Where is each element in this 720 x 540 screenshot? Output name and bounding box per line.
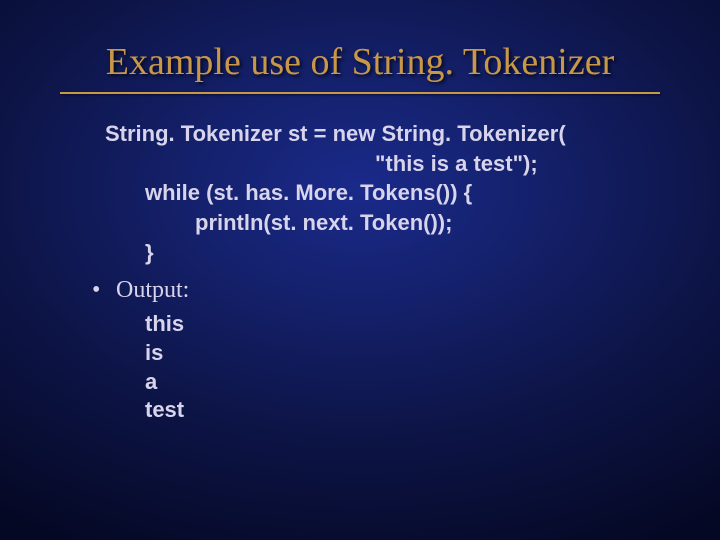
output-block: this is a test bbox=[145, 310, 670, 424]
code-line-5: } bbox=[105, 238, 670, 268]
title-underline bbox=[60, 92, 660, 94]
output-line-1: this bbox=[145, 310, 670, 339]
bullet-dot-icon: • bbox=[92, 277, 110, 304]
code-line-1: String. Tokenizer st = new String. Token… bbox=[105, 119, 670, 149]
output-bullet: • Output: bbox=[92, 277, 670, 304]
code-line-2: "this is a test"); bbox=[105, 149, 670, 179]
code-line-3: while (st. has. More. Tokens()) { bbox=[105, 178, 670, 208]
code-block: String. Tokenizer st = new String. Token… bbox=[105, 119, 670, 267]
output-line-3: a bbox=[145, 368, 670, 397]
output-line-2: is bbox=[145, 339, 670, 368]
slide: Example use of String. Tokenizer String.… bbox=[0, 0, 720, 540]
slide-title: Example use of String. Tokenizer bbox=[50, 40, 670, 84]
code-line-4: println(st. next. Token()); bbox=[105, 208, 670, 238]
output-label: Output: bbox=[116, 277, 189, 303]
output-line-4: test bbox=[145, 396, 670, 425]
